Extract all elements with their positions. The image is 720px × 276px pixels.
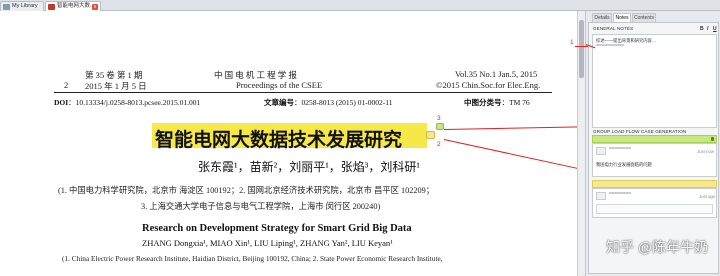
library-icon bbox=[3, 3, 10, 10]
article-number-value: ：0258-8013 (2015) 01-0002-11 bbox=[294, 98, 393, 107]
tab-details[interactable]: Details bbox=[592, 13, 612, 22]
annotation-connector bbox=[575, 46, 588, 47]
tab-label: 智能电网大数… bbox=[57, 3, 96, 9]
avatar bbox=[596, 192, 606, 200]
authors-en: ZHANG Dongxia¹, MIAO Xin¹, LIU Liping¹, … bbox=[142, 238, 393, 248]
header-volume-en: Vol.35 No.1 Jan.5, 2015 bbox=[455, 69, 538, 79]
tab-notes[interactable]: Notes bbox=[613, 13, 631, 22]
general-notes-editor[interactable]: 综述——提出背景和研究内容… bbox=[592, 34, 717, 128]
affiliation-cn-1: (1. 中国电力科学研究院，北京市 海淀区 100192；2. 国网北京经济技术… bbox=[58, 186, 435, 195]
header-journal-en: Proceedings of the CSEE bbox=[236, 80, 323, 90]
scrollbar-thumb[interactable] bbox=[579, 20, 584, 78]
tab-strip: My Library 智能电网大数… x bbox=[0, 0, 720, 11]
clc-value: ：TM 76 bbox=[501, 98, 530, 107]
header-date-cn: 2015 年 1 月 5 日 bbox=[85, 81, 147, 91]
note-author-line bbox=[609, 147, 631, 149]
tab-contents[interactable]: Contents bbox=[632, 13, 656, 22]
pdf-viewer[interactable]: 第 35 卷 第 1 期 2 2015 年 1 月 5 日 中 国 电 机 工 … bbox=[0, 11, 577, 276]
note-text: 我国电力行业发展面临的问题 bbox=[596, 162, 652, 167]
clc-label: 中图分类号 bbox=[464, 98, 502, 107]
marker-1: 1 bbox=[570, 39, 574, 46]
note-card-header-yellow[interactable] bbox=[592, 180, 717, 188]
authors-cn: 张东霞¹，苗新²，刘丽平¹，张焰³，刘科研¹ bbox=[198, 160, 420, 174]
tab-label: My Library bbox=[12, 3, 38, 9]
general-notes-label: GENERAL NOTES bbox=[593, 26, 634, 31]
group-label: GROUP LOAD FLOW CASE GENERATION bbox=[593, 129, 687, 134]
note-pin-icon[interactable] bbox=[426, 131, 435, 139]
pdf-icon bbox=[48, 3, 55, 10]
note-pin-icon[interactable] bbox=[436, 123, 444, 130]
header-rule bbox=[54, 92, 552, 93]
header-copyright: ©2015 Chin.Soc.for Elec.Eng. bbox=[436, 80, 541, 90]
article-number-label: 文章编号 bbox=[264, 98, 294, 107]
general-note-placeholder-line bbox=[596, 44, 624, 46]
note-card-header-green[interactable] bbox=[592, 135, 717, 143]
article-number: 文章编号：0258-8013 (2015) 01-0002-11 bbox=[264, 97, 392, 108]
marker-3: 3 bbox=[437, 115, 441, 122]
doi-line: DOI：10.13334/j.0258-8013.pcsee.2015.01.0… bbox=[54, 97, 200, 108]
tab-document[interactable]: 智能电网大数… x bbox=[45, 1, 101, 11]
document-scrollbar[interactable] bbox=[577, 11, 585, 276]
italic-button[interactable]: I bbox=[707, 26, 708, 32]
affiliation-cn-2: 3. 上海交通大学电子信息与电气工程学院，上海市 闵行区 200240) bbox=[141, 202, 381, 211]
note-color-icon bbox=[711, 137, 714, 141]
close-icon[interactable]: x bbox=[92, 3, 98, 10]
paper-title-cn: 智能电网大数据技术发展研究 bbox=[155, 130, 403, 151]
watermark: 知乎 @陈年牛奶 bbox=[606, 239, 709, 255]
avatar bbox=[596, 147, 606, 155]
tab-my-library[interactable]: My Library bbox=[0, 1, 44, 11]
clc-number: 中图分类号：TM 76 bbox=[464, 97, 530, 108]
note-timestamp: Just ago bbox=[699, 194, 716, 199]
doi-value: ：10.13334/j.0258-8013.pcsee.2015.01.001 bbox=[68, 98, 201, 107]
note-card-1[interactable]: Just now 我国电力行业发展面临的问题 bbox=[592, 143, 717, 177]
affiliation-en: (1. China Electric Power Research Instit… bbox=[62, 254, 443, 263]
note-input[interactable] bbox=[596, 204, 713, 214]
note-author-line bbox=[609, 192, 631, 194]
underline-button[interactable]: U bbox=[713, 26, 717, 32]
note-timestamp: Just now bbox=[697, 149, 714, 154]
marker-2: 2 bbox=[437, 141, 441, 148]
note-card-2[interactable]: Just ago bbox=[592, 188, 717, 218]
paper-title-en: Research on Development Strategy for Sma… bbox=[142, 223, 412, 234]
bold-button[interactable]: B bbox=[700, 26, 704, 32]
doi-label: DOI bbox=[54, 98, 69, 107]
page-number: 2 bbox=[64, 80, 69, 90]
